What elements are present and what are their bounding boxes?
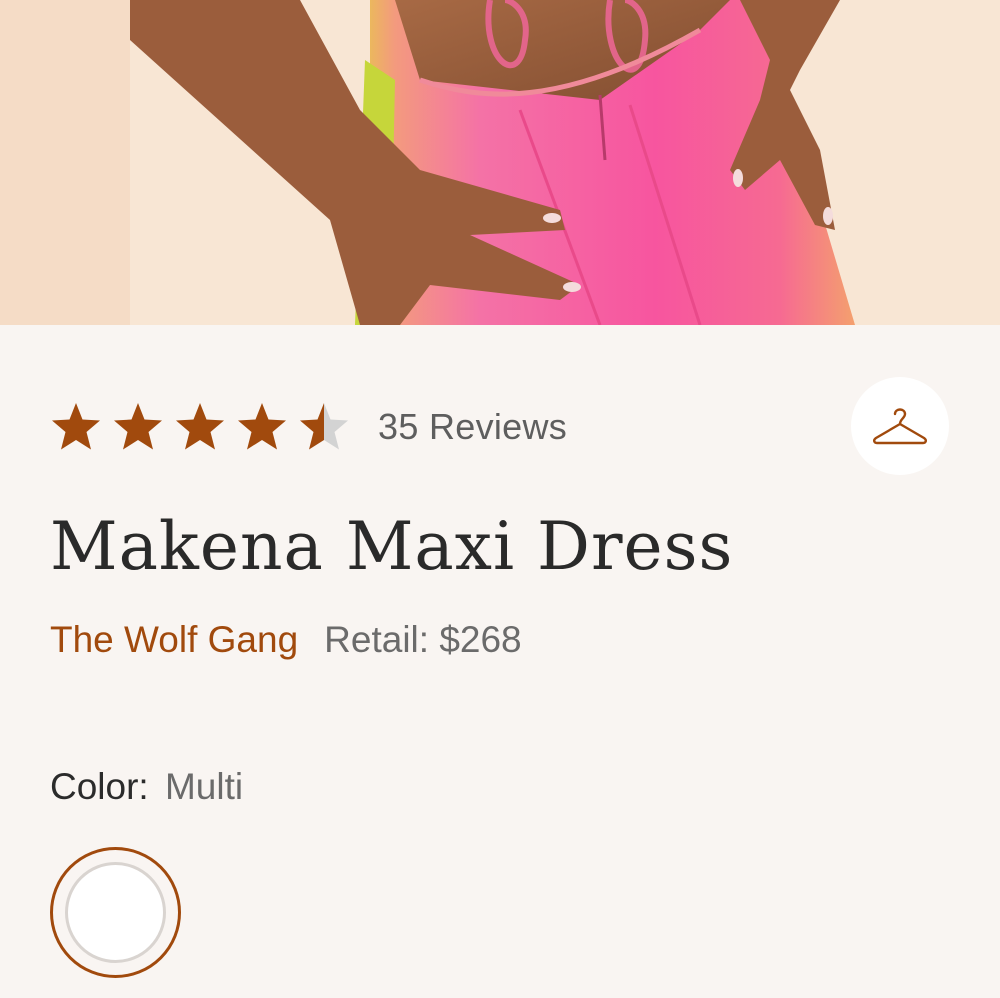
reviews-count-link[interactable]: 35 Reviews bbox=[378, 406, 567, 448]
star-rating bbox=[50, 401, 360, 453]
retail-price: Retail: $268 bbox=[324, 619, 522, 660]
product-photo-illustration bbox=[0, 0, 1000, 325]
product-image[interactable] bbox=[0, 0, 1000, 325]
rating-summary[interactable]: 35 Reviews bbox=[50, 397, 567, 457]
star-full-icon bbox=[52, 403, 100, 450]
add-to-closet-button[interactable] bbox=[851, 377, 949, 475]
product-title: Makena Maxi Dress bbox=[50, 508, 734, 585]
product-meta: The Wolf Gang Retail: $268 bbox=[50, 619, 522, 661]
color-swatch-selected[interactable] bbox=[50, 847, 181, 978]
color-selector-label: Color: Multi bbox=[50, 766, 243, 808]
color-label: Color: bbox=[50, 766, 149, 807]
white-swatch bbox=[65, 862, 166, 963]
star-full-icon bbox=[238, 403, 286, 450]
hanger-icon bbox=[873, 408, 927, 445]
brand-link[interactable]: The Wolf Gang bbox=[50, 619, 298, 661]
star-half-icon bbox=[300, 403, 348, 450]
star-full-icon bbox=[114, 403, 162, 450]
color-value: Multi bbox=[164, 766, 244, 807]
star-full-icon bbox=[176, 403, 224, 450]
